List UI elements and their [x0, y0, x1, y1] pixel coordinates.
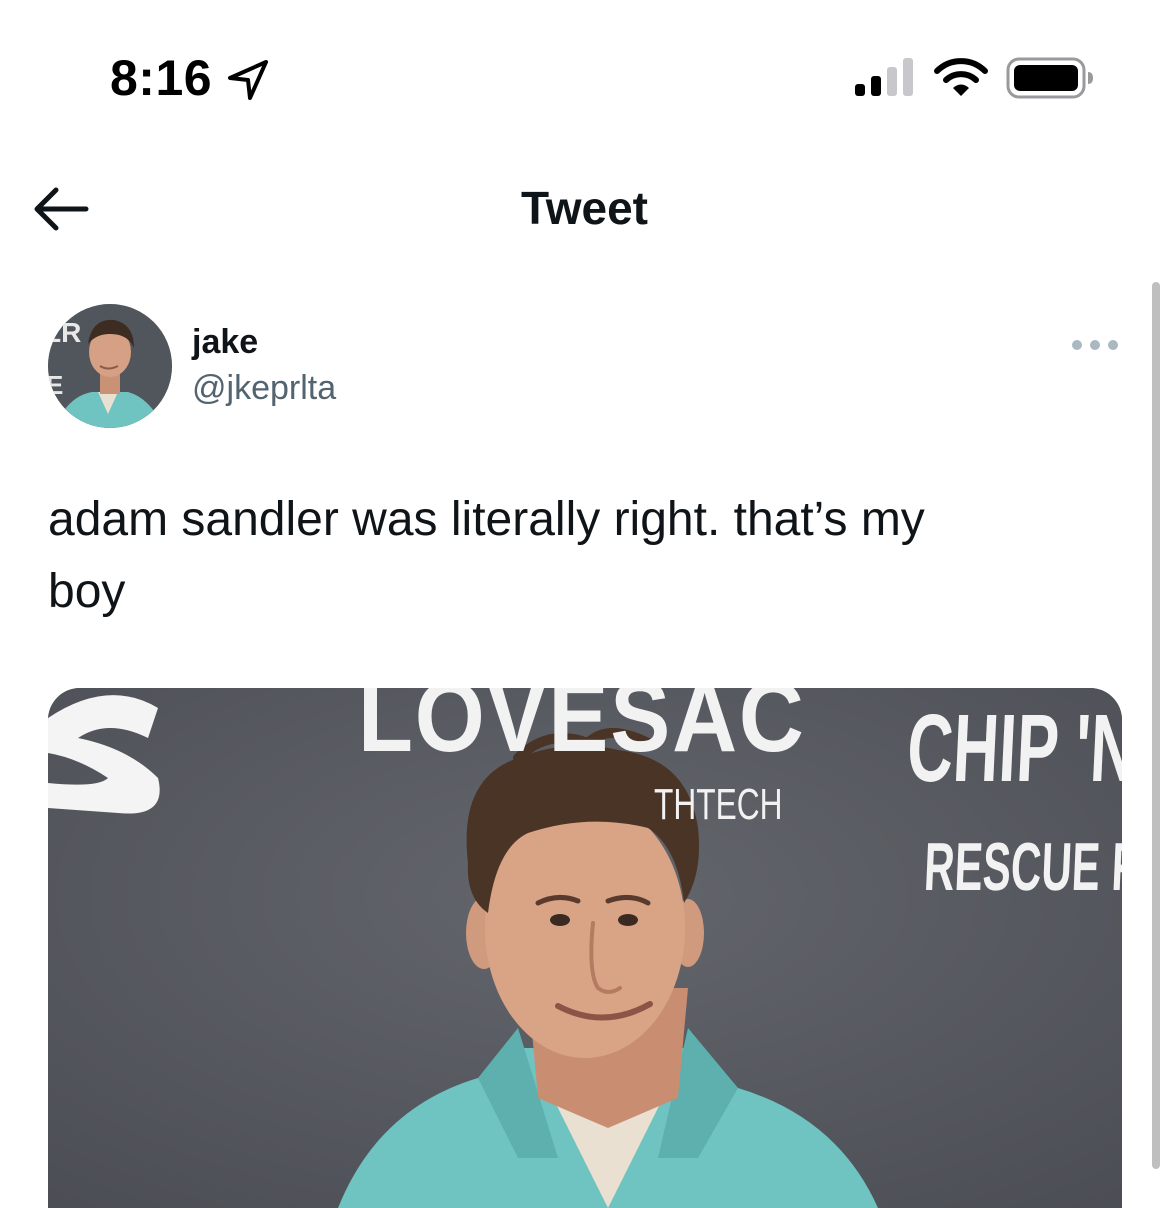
more-horizontal-icon: [1072, 340, 1118, 350]
tweet-text-line: boy: [48, 565, 126, 618]
location-arrow-icon: [228, 60, 268, 100]
svg-text:LR: LR: [48, 317, 81, 348]
display-name[interactable]: jake: [192, 320, 258, 364]
status-time: 8:16: [110, 50, 213, 106]
scrollbar[interactable]: [1152, 282, 1160, 1169]
cellular-signal-icon: [855, 58, 913, 96]
wifi-icon: [934, 58, 988, 96]
battery-icon: [1006, 57, 1093, 99]
backdrop-film-title-line2: RESCUE R: [922, 829, 1122, 905]
page-title: Tweet: [521, 182, 648, 234]
avatar[interactable]: LR E: [48, 304, 172, 428]
backdrop-film-title-line1: CHIP 'N: [905, 695, 1122, 802]
backdrop-sponsor-text: LOVESAC: [358, 688, 806, 773]
svg-text:E: E: [48, 370, 63, 400]
tweet-text-line: adam sandler was literally right. that’s…: [48, 493, 925, 546]
user-handle[interactable]: @jkeprlta: [192, 366, 336, 410]
avatar-image: LR E: [48, 304, 172, 428]
tweet-media-photo[interactable]: LOVESAC THTECH CHIP 'N RESCUE R: [48, 688, 1122, 1208]
status-bar: 8:16: [0, 0, 1169, 150]
more-options-button[interactable]: [1068, 330, 1122, 360]
backdrop-sponsor-subtext: THTECH: [654, 780, 783, 829]
tweet-text: adam sandler was literally right. that’s…: [48, 484, 1068, 628]
